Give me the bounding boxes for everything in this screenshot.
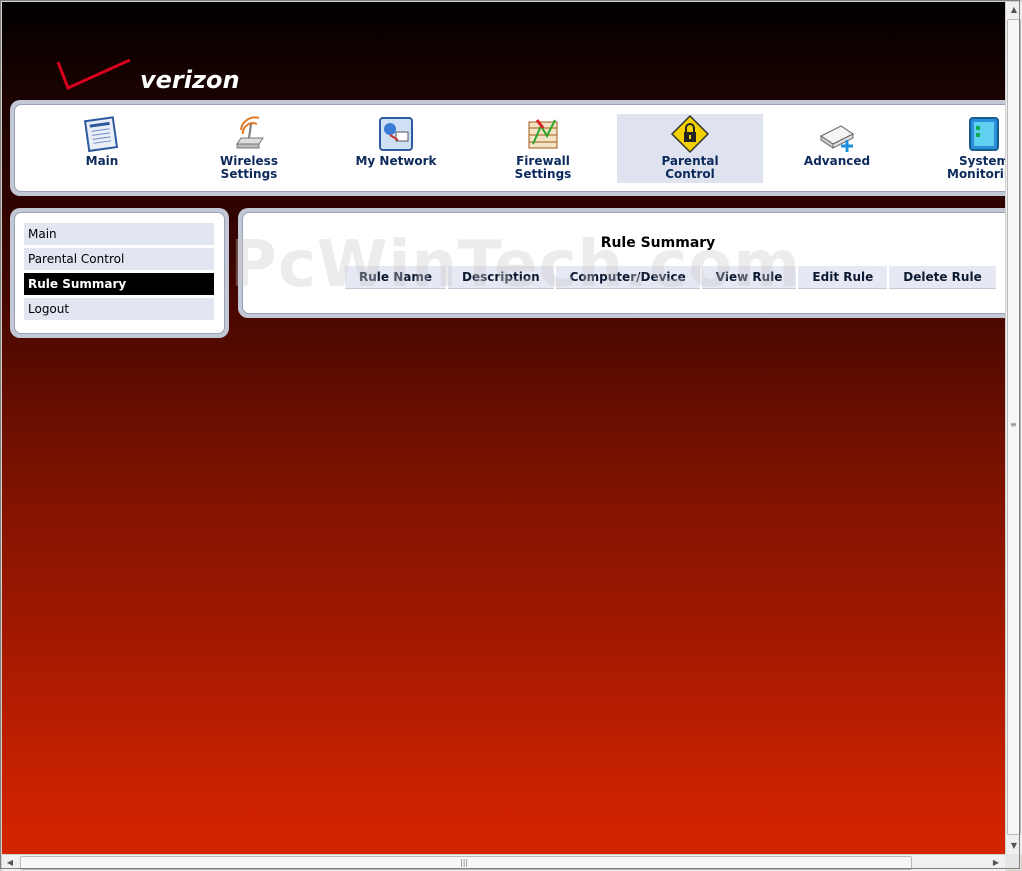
sidebar-item-parental-control[interactable]: Parental Control — [24, 248, 214, 270]
nav-wireless-label: Wireless Settings — [220, 154, 278, 181]
vertical-scrollbar[interactable]: ▲ ≡ ▼ — [1005, 2, 1022, 854]
scroll-left-arrow-icon[interactable]: ◀ — [2, 855, 18, 871]
horizontal-scrollbar[interactable]: ◀ ||| ▶ — [2, 854, 1005, 871]
svg-text:verizon: verizon — [140, 66, 240, 94]
top-navigation: Main Wireless Settings My Network Firewa… — [10, 100, 1005, 196]
monitor-icon — [964, 114, 1004, 154]
content-panel: Rule Summary Rule Name Description Compu… — [238, 208, 1005, 318]
nav-parental-control[interactable]: Parental Control — [617, 114, 763, 183]
content-panel-inner: Rule Summary Rule Name Description Compu… — [242, 212, 1005, 314]
nav-parental-control-label: Parental Control — [661, 154, 719, 181]
nav-main-label: Main — [85, 154, 119, 168]
sidebar-item-rule-summary[interactable]: Rule Summary — [24, 273, 214, 295]
firewall-icon — [523, 114, 563, 154]
nav-advanced[interactable]: Advanced — [764, 114, 910, 183]
sidebar-item-main[interactable]: Main — [24, 223, 214, 245]
column-description: Description — [447, 266, 556, 289]
top-navigation-panel: Main Wireless Settings My Network Firewa… — [14, 104, 1005, 192]
page-viewport: verizon Main Wireless Settings My Networ… — [2, 2, 1005, 854]
wireless-icon — [229, 114, 269, 154]
nav-advanced-label: Advanced — [803, 154, 871, 168]
sidebar: Main Parental Control Rule Summary Logou… — [10, 208, 229, 338]
column-edit-rule: Edit Rule — [797, 266, 890, 289]
verizon-logo: verizon — [52, 54, 242, 98]
main-icon — [82, 114, 122, 154]
nav-main[interactable]: Main — [29, 114, 175, 183]
grip-icon: ≡ — [1010, 420, 1017, 429]
nav-system-monitoring-label: System Monitoring — [947, 154, 1005, 181]
scrollbar-corner — [1005, 854, 1021, 870]
rule-summary-table: Rule Name Description Computer/Device Vi… — [345, 266, 998, 289]
advanced-icon — [817, 114, 857, 154]
nav-wireless-settings[interactable]: Wireless Settings — [176, 114, 322, 183]
scroll-down-arrow-icon[interactable]: ▼ — [1006, 838, 1022, 854]
nav-firewall-label: Firewall Settings — [514, 154, 572, 181]
column-delete-rule: Delete Rule — [888, 266, 998, 289]
nav-my-network-label: My Network — [355, 154, 437, 168]
sidebar-panel: Main Parental Control Rule Summary Logou… — [14, 212, 225, 334]
sidebar-item-logout[interactable]: Logout — [24, 298, 214, 320]
scroll-up-arrow-icon[interactable]: ▲ — [1006, 2, 1022, 18]
column-rule-name: Rule Name — [345, 266, 448, 289]
scroll-right-arrow-icon[interactable]: ▶ — [988, 855, 1004, 871]
column-computer-device: Computer/Device — [554, 266, 702, 289]
column-view-rule: View Rule — [700, 266, 799, 289]
network-icon — [376, 114, 416, 154]
grip-icon: ||| — [460, 858, 469, 867]
nav-system-monitoring[interactable]: System Monitoring — [911, 114, 1005, 183]
lock-icon — [670, 114, 710, 154]
nav-my-network[interactable]: My Network — [323, 114, 469, 183]
nav-firewall-settings[interactable]: Firewall Settings — [470, 114, 616, 183]
page-title: Rule Summary — [600, 235, 716, 251]
table-header-row: Rule Name Description Computer/Device Vi… — [345, 266, 998, 289]
